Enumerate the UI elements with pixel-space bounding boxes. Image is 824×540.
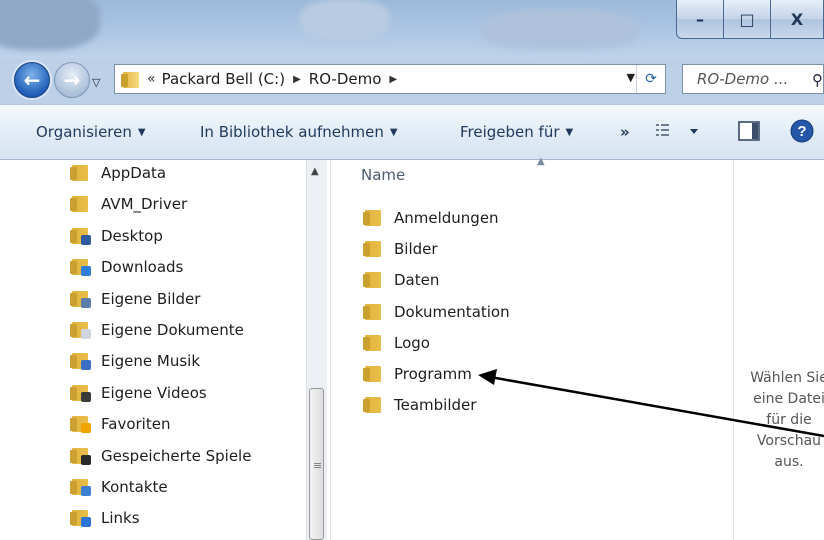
annotation-arrow	[478, 369, 824, 438]
arrow-line	[489, 375, 824, 438]
arrow-head-icon	[478, 369, 497, 385]
